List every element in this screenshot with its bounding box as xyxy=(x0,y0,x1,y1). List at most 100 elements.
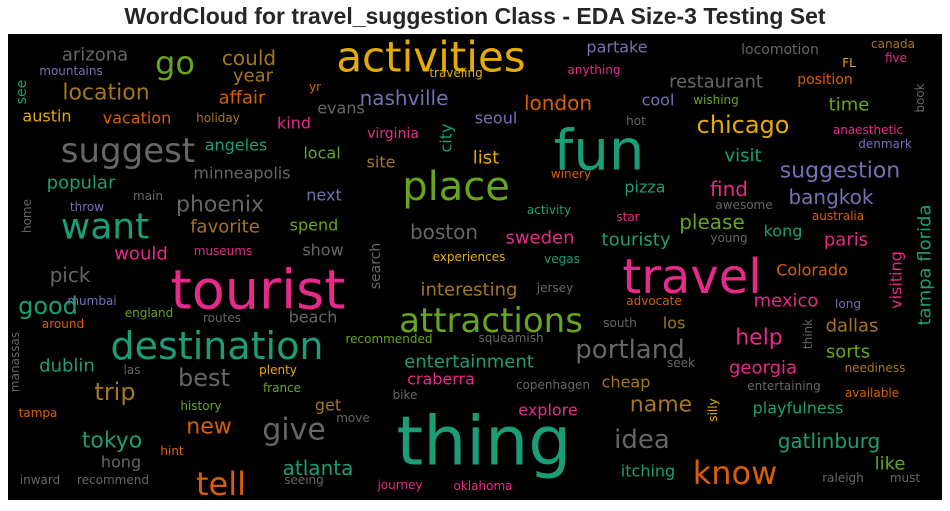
word-new: new xyxy=(186,415,231,440)
word-inward: inward xyxy=(20,473,60,487)
chart-title: WordCloud for travel_suggestion Class - … xyxy=(124,3,826,29)
word-mountains: mountains xyxy=(39,64,103,78)
word-evans: evans xyxy=(317,99,365,118)
word-canada: canada xyxy=(871,37,915,51)
word-squeamish: squeamish xyxy=(478,331,543,345)
word-search: search xyxy=(368,243,384,290)
word-experiences: experiences xyxy=(433,250,506,264)
word-copenhagen: copenhagen xyxy=(516,378,590,392)
word-idea: idea xyxy=(614,425,670,455)
word-suggest: suggest xyxy=(61,131,195,171)
word-affair: affair xyxy=(219,88,266,109)
word-tokyo: tokyo xyxy=(82,429,143,454)
word-mexico: mexico xyxy=(754,291,819,312)
word-vacation: vacation xyxy=(103,109,172,128)
word-suggestion: suggestion xyxy=(780,159,900,184)
word-nashville: nashville xyxy=(360,86,449,110)
word-pick: pick xyxy=(50,263,91,287)
word-denmark: denmark xyxy=(858,137,912,151)
word-help: help xyxy=(735,326,783,351)
word-neediness: neediness xyxy=(845,361,906,375)
word-restaurant: restaurant xyxy=(669,72,763,93)
word-see: see xyxy=(14,80,30,105)
word-raleigh: raleigh xyxy=(822,471,864,485)
word-destination: destination xyxy=(111,324,324,368)
word-anything: anything xyxy=(568,63,621,77)
word-cool: cool xyxy=(642,91,675,110)
word-holiday: holiday xyxy=(196,111,240,125)
word-local: local xyxy=(303,144,340,163)
word-hot: hot xyxy=(626,114,646,128)
word-dublin: dublin xyxy=(39,356,95,377)
word-routes: routes xyxy=(203,311,241,325)
word-recommend: recommend xyxy=(77,473,149,487)
word-kong: kong xyxy=(764,222,803,241)
word-seoul: seoul xyxy=(475,109,518,128)
word-georgia: georgia xyxy=(729,358,797,379)
word-sorts: sorts xyxy=(826,342,870,363)
word-seeing: seeing xyxy=(284,473,324,487)
word-must: must xyxy=(890,471,921,485)
word-chicago: chicago xyxy=(697,111,790,139)
word-know: know xyxy=(693,454,778,492)
word-next: next xyxy=(306,186,341,205)
word-hong: hong xyxy=(101,453,141,472)
word-traveling: traveling xyxy=(429,66,482,80)
word-year: year xyxy=(233,66,274,87)
word-vegas: vegas xyxy=(544,252,580,266)
word-trip: trip xyxy=(94,378,135,406)
word-location: location xyxy=(62,81,149,106)
word-young: young xyxy=(710,231,747,245)
word-recommended: recommended xyxy=(346,332,433,346)
word-pizza: pizza xyxy=(624,178,665,197)
word-available: available xyxy=(845,386,899,400)
word-los: los xyxy=(663,314,686,333)
word-position: position xyxy=(797,72,852,88)
word-bangkok: bangkok xyxy=(788,185,873,209)
word-interesting: interesting xyxy=(421,280,518,301)
word-fl: FL xyxy=(842,56,856,70)
word-list: list xyxy=(473,148,499,169)
word-explore: explore xyxy=(518,401,578,420)
word-seek: seek xyxy=(667,356,695,370)
word-yr: yr xyxy=(309,80,321,94)
word-locomotion: locomotion xyxy=(741,42,819,58)
word-kind: kind xyxy=(277,114,311,133)
word-craberra: craberra xyxy=(407,370,475,389)
word-manassas: manassas xyxy=(8,332,22,392)
word-jersey: jersey xyxy=(536,281,573,295)
word-tell: tell xyxy=(196,465,246,500)
word-place: place xyxy=(402,164,510,210)
word-move: move xyxy=(336,411,370,425)
word-popular: popular xyxy=(47,173,116,194)
word-city: city xyxy=(437,124,456,153)
word-spend: spend xyxy=(290,216,339,235)
word-plenty: plenty xyxy=(259,363,297,377)
word-phoenix: phoenix xyxy=(176,193,264,218)
word-australia: australia xyxy=(812,209,864,223)
word-angeles: angeles xyxy=(205,136,268,155)
word-south: south xyxy=(603,316,637,330)
word-virginia: virginia xyxy=(367,126,419,142)
word-las: las xyxy=(124,363,141,377)
word-france: france xyxy=(263,381,301,395)
word-wishing: wishing xyxy=(693,93,739,107)
word-minneapolis: minneapolis xyxy=(193,164,290,183)
word-go: go xyxy=(155,44,195,82)
word-silly: silly xyxy=(706,398,720,421)
word-book: book xyxy=(913,83,927,112)
word-bike: bike xyxy=(393,388,418,402)
word-touristy: touristy xyxy=(602,230,671,251)
word-beach: beach xyxy=(289,308,338,327)
word-visit: visit xyxy=(724,146,761,167)
word-home: home xyxy=(20,199,34,233)
word-cheap: cheap xyxy=(602,373,651,392)
word-name: name xyxy=(630,393,692,418)
word-awesome: awesome xyxy=(715,198,772,212)
word-hint: hint xyxy=(160,444,184,458)
word-time: time xyxy=(829,95,870,116)
word-think: think xyxy=(801,319,815,349)
word-show: show xyxy=(302,241,343,260)
word-paris: paris xyxy=(824,230,868,251)
word-tampa-florida: tampa florida xyxy=(915,204,936,325)
